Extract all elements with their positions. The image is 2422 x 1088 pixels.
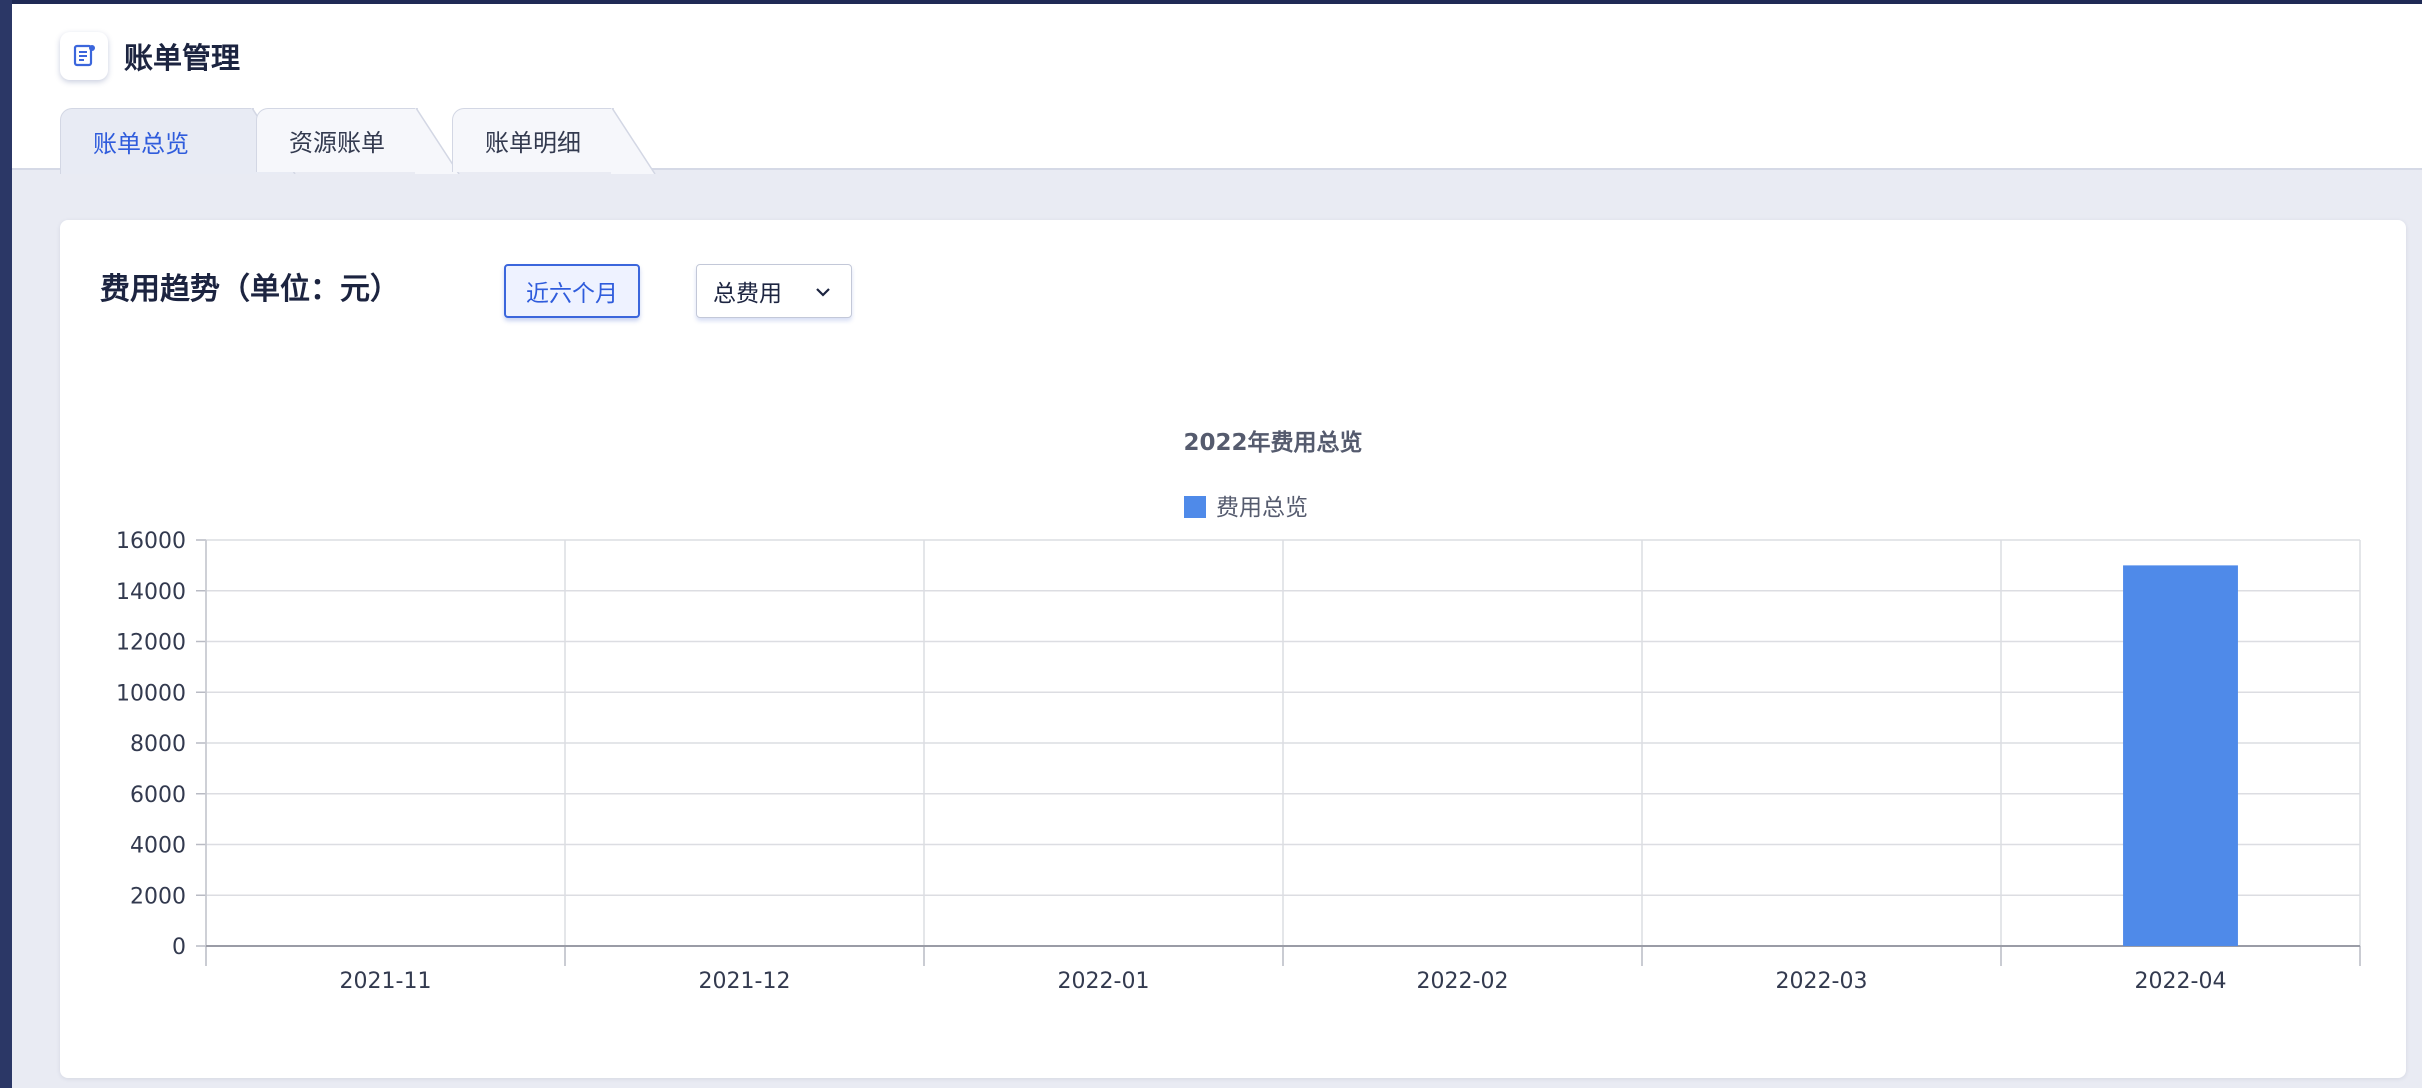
cost-chart: 2022年费用总览费用总览 0 2000 4000 6000 8000 10000 12000… — [116, 429, 2361, 994]
y-tick-label: 6000 — [130, 783, 186, 808]
tab-resource-bill[interactable]: 资源账单 — [256, 108, 460, 174]
x-tick-label: 2022-02 — [1417, 969, 1509, 994]
tab-bill-overview[interactable]: 账单总览 — [60, 108, 296, 174]
page-header: 账单管理 账单总览 资源账单 账单明细 — [12, 4, 2422, 174]
legend-swatch — [1184, 496, 1206, 518]
tab-slant — [611, 108, 656, 174]
sidebar-edge — [0, 0, 12, 1088]
x-tick-label: 2021-11 — [340, 969, 432, 994]
cost-trend-card: 费用趋势（单位：元） 近六个月 总费用 2022年费用总览 费用总览 0 2000 40… — [60, 220, 2406, 1078]
bill-icon — [60, 32, 108, 80]
x-tick-label: 2022-04 — [2135, 969, 2227, 994]
legend-label: 费用总览 — [1216, 495, 1308, 521]
tab-label: 资源账单 — [289, 129, 385, 157]
x-tick-label: 2022-03 — [1776, 969, 1868, 994]
y-tick-label: 0 — [172, 935, 186, 960]
bar-2022-04 — [2123, 565, 2238, 946]
y-tick-label: 10000 — [116, 681, 186, 706]
y-tick-label: 2000 — [130, 884, 186, 909]
chart-title: 2022年费用总览 — [1183, 429, 1362, 456]
tab-label: 账单明细 — [485, 129, 581, 157]
x-tick-label: 2022-01 — [1058, 969, 1150, 994]
y-tick-label: 12000 — [116, 631, 186, 656]
y-tick-label: 8000 — [130, 732, 186, 757]
x-tick-label: 2021-12 — [699, 969, 791, 994]
y-tick-label: 4000 — [130, 834, 186, 859]
tab-label: 账单总览 — [93, 130, 189, 158]
y-tick-label: 14000 — [116, 580, 186, 605]
page-title: 账单管理 — [124, 41, 241, 75]
app-container: 账单管理 账单总览 资源账单 账单明细 费用趋势（单位：元） 近六个月 总费用 … — [12, 4, 2422, 1088]
tab-bill-detail[interactable]: 账单明细 — [452, 108, 656, 174]
y-tick-label: 16000 — [116, 529, 186, 554]
